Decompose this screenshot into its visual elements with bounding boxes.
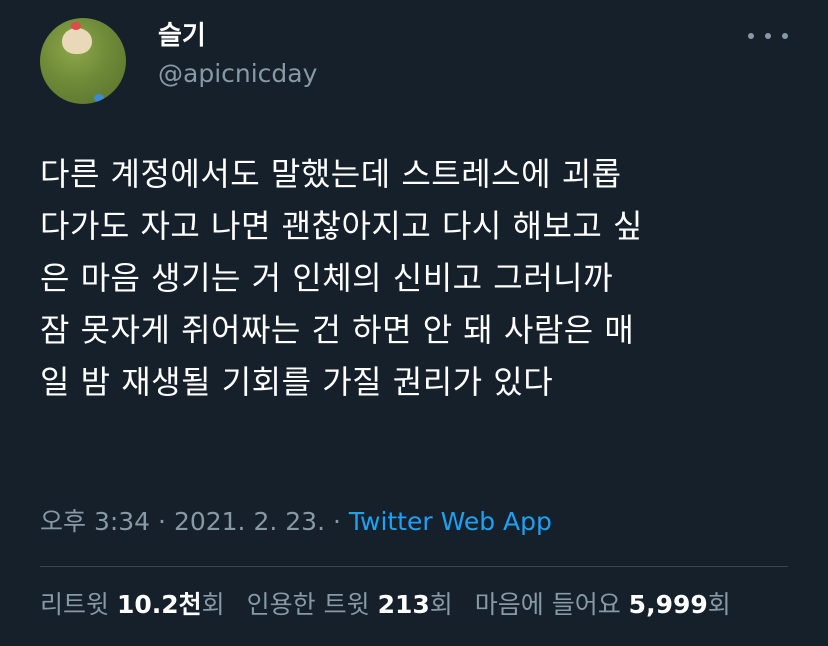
quote-value: 213 bbox=[377, 590, 430, 619]
dog-avatar-icon bbox=[62, 22, 92, 54]
toy-ball-icon bbox=[94, 94, 104, 102]
more-horizontal-icon bbox=[748, 33, 754, 39]
tweet-text: 다른 계정에서도 말했는데 스트레스에 괴롭 다가도 자고 나면 괜찮아지고 다… bbox=[40, 155, 643, 401]
tweet-source-link[interactable]: Twitter Web App bbox=[349, 507, 552, 536]
like-count[interactable]: 마음에 들어요 5,999회 bbox=[475, 588, 731, 622]
retweet-count[interactable]: 리트윗 10.2천회 bbox=[40, 588, 225, 622]
avatar[interactable] bbox=[40, 18, 126, 104]
retweet-suffix: 회 bbox=[201, 590, 225, 619]
meta-separator: · bbox=[325, 507, 349, 536]
like-label: 마음에 들어요 bbox=[474, 590, 629, 619]
quote-label: 인용한 트윗 bbox=[246, 590, 378, 619]
more-options-button[interactable] bbox=[748, 22, 788, 50]
tweet-time[interactable]: 오후 3:34 bbox=[40, 507, 150, 536]
tweet-stats: 리트윗 10.2천회 인용한 트윗 213회 마음에 들어요 5,999회 bbox=[40, 588, 753, 622]
tweet-date[interactable]: 2021. 2. 23. bbox=[174, 507, 325, 536]
retweet-label: 리트윗 bbox=[40, 590, 117, 619]
tweet-meta: 오후 3:34 · 2021. 2. 23. · Twitter Web App bbox=[40, 505, 552, 539]
meta-separator: · bbox=[150, 507, 174, 536]
divider bbox=[40, 566, 788, 567]
author-display-name[interactable]: 슬기 bbox=[158, 20, 206, 52]
quote-suffix: 회 bbox=[429, 590, 453, 619]
like-suffix: 회 bbox=[707, 590, 731, 619]
quote-count[interactable]: 인용한 트윗 213회 bbox=[247, 588, 453, 622]
more-horizontal-icon bbox=[765, 33, 771, 39]
more-horizontal-icon bbox=[782, 33, 788, 39]
author-handle[interactable]: @apicnicday bbox=[158, 58, 317, 90]
like-value: 5,999 bbox=[628, 590, 708, 619]
retweet-value: 10.2천 bbox=[116, 590, 202, 619]
